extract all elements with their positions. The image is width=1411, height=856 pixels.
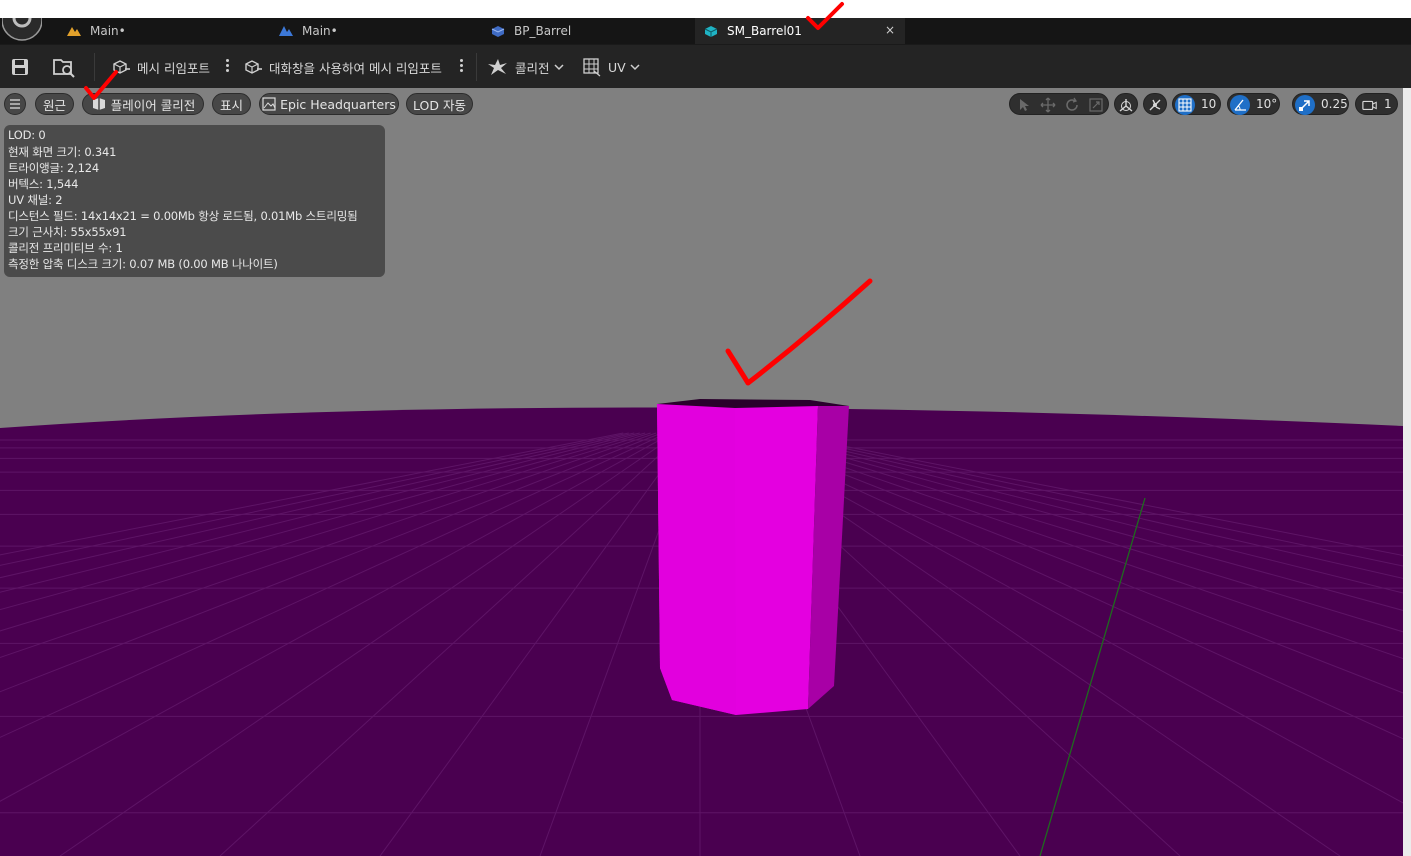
window-edge bbox=[1403, 88, 1411, 856]
camera-icon bbox=[1362, 100, 1377, 111]
grid-snap-value: 10 bbox=[1201, 97, 1217, 111]
scale-snap-toggle[interactable] bbox=[1295, 95, 1315, 115]
reimport-dialog-options-icon[interactable] bbox=[459, 57, 463, 77]
preview-scene-button[interactable]: Epic Headquarters bbox=[259, 93, 399, 115]
reimport-mesh-dialog-button[interactable]: 대화창을 사용하여 메시 리임포트 bbox=[243, 45, 442, 89]
transform-mode-group bbox=[1009, 93, 1109, 115]
stat-disk-size: 측정한 압축 디스크 크기: 0.07 MB (0.00 MB 나나이트) bbox=[8, 257, 278, 271]
stat-approx-size: 크기 근사치: 55x55x91 bbox=[8, 225, 127, 239]
editor-tab-bar: Main• Main• BP_Barrel SM_Barrel01 × bbox=[0, 0, 1411, 44]
collision-menu-button[interactable]: 콜리전 bbox=[487, 45, 565, 89]
lod-label: LOD 자동 bbox=[413, 97, 466, 113]
blueprint-icon bbox=[490, 23, 506, 39]
asset-toolbar: 메시 리임포트 대화창을 사용하여 메시 리임포트 콜리전 UV bbox=[0, 44, 1411, 89]
tab-label: BP_Barrel bbox=[514, 24, 572, 38]
barrel-left-face bbox=[657, 404, 736, 715]
player-collision-button[interactable]: 플레이어 콜리전 bbox=[82, 93, 204, 115]
collision-view-icon bbox=[92, 98, 105, 110]
uv-grid-icon bbox=[583, 58, 601, 77]
browse-asset-button[interactable] bbox=[52, 45, 82, 89]
select-arrow-icon[interactable] bbox=[1016, 97, 1032, 113]
scale-arrow-icon bbox=[1299, 100, 1310, 111]
image-icon bbox=[262, 97, 276, 111]
grid-icon bbox=[1178, 98, 1192, 112]
stat-triangles: 트라이앵글: 2,124 bbox=[8, 161, 99, 175]
reimport-options-icon[interactable] bbox=[225, 57, 229, 77]
tab-label: Main• bbox=[302, 24, 338, 38]
stat-vertices: 버텍스: 1,544 bbox=[8, 177, 79, 191]
toolbar-divider bbox=[476, 53, 477, 81]
tab-bp-barrel[interactable]: BP_Barrel bbox=[490, 18, 690, 44]
tab-sm-barrel01[interactable]: SM_Barrel01 × bbox=[695, 18, 905, 44]
tab-label: Main• bbox=[90, 24, 126, 38]
folder-search-icon bbox=[53, 59, 75, 78]
surface-snap-button[interactable] bbox=[1143, 93, 1167, 115]
collision-label: 콜리전 bbox=[515, 60, 550, 76]
collision-icon bbox=[488, 59, 507, 75]
barrel-mesh bbox=[657, 399, 849, 715]
camera-speed-button[interactable]: 1 bbox=[1355, 93, 1398, 115]
rotation-snap-value: 10° bbox=[1256, 97, 1278, 111]
stat-screen-size: 현재 화면 크기: 0.341 bbox=[8, 145, 117, 159]
static-mesh-icon bbox=[703, 23, 719, 39]
angle-icon bbox=[1234, 99, 1246, 111]
grid-snap-group[interactable]: 10 bbox=[1172, 93, 1221, 115]
hamburger-menu-icon bbox=[10, 99, 20, 109]
toolbar-divider bbox=[94, 53, 95, 81]
uv-menu-button[interactable]: UV bbox=[582, 45, 641, 89]
world-coordinate-icon bbox=[1119, 99, 1133, 112]
show-label: 표시 bbox=[219, 97, 243, 113]
tab-main-level-2[interactable]: Main• bbox=[278, 18, 478, 44]
uv-label: UV bbox=[608, 59, 626, 75]
stat-distance-field: 디스턴스 필드: 14x14x21 = 0.00Mb 항상 로드됨, 0.01M… bbox=[8, 209, 358, 223]
stat-lod: LOD: 0 bbox=[8, 128, 46, 142]
save-button[interactable] bbox=[10, 45, 36, 89]
reimport-dialog-icon bbox=[245, 60, 262, 74]
level-icon bbox=[66, 23, 82, 39]
show-button[interactable]: 표시 bbox=[212, 93, 251, 115]
mesh-viewport[interactable]: 원근 플레이어 콜리전 표시 Epic Headquarters LOD 자동 bbox=[0, 88, 1403, 856]
scale-snap-group[interactable]: 0.25 bbox=[1292, 93, 1349, 115]
mesh-stats-overlay: LOD: 0 현재 화면 크기: 0.341 트라이앵글: 2,124 버텍스:… bbox=[4, 125, 385, 277]
player-collision-label: 플레이어 콜리전 bbox=[110, 97, 196, 113]
scale-icon[interactable] bbox=[1088, 97, 1104, 113]
preview-scene-label: Epic Headquarters bbox=[280, 96, 396, 112]
reimport-mesh-dialog-label: 대화창을 사용하여 메시 리임포트 bbox=[269, 60, 442, 76]
reimport-mesh-button[interactable]: 메시 리임포트 bbox=[111, 45, 210, 89]
reimport-mesh-label: 메시 리임포트 bbox=[137, 60, 210, 76]
perspective-button[interactable]: 원근 bbox=[35, 93, 74, 115]
tab-label: SM_Barrel01 bbox=[727, 24, 802, 38]
grid-snap-toggle[interactable] bbox=[1175, 95, 1195, 115]
stat-collision-primitives: 콜리전 프리미티브 수: 1 bbox=[8, 241, 123, 255]
coordinate-system-button[interactable] bbox=[1114, 93, 1138, 115]
translate-icon[interactable] bbox=[1040, 97, 1056, 113]
close-tab-icon[interactable]: × bbox=[885, 23, 895, 37]
rotation-snap-group[interactable]: 10° bbox=[1227, 93, 1280, 115]
reimport-icon bbox=[113, 60, 130, 74]
save-icon bbox=[12, 59, 28, 75]
chevron-down-icon bbox=[630, 64, 640, 71]
chevron-down-icon bbox=[553, 64, 564, 71]
scale-snap-value: 0.25 bbox=[1321, 97, 1348, 111]
rotation-snap-toggle[interactable] bbox=[1230, 95, 1250, 115]
perspective-label: 원근 bbox=[42, 97, 66, 113]
stat-uv-channels: UV 채널: 2 bbox=[8, 193, 63, 207]
level-blueprint-icon bbox=[278, 23, 294, 39]
viewport-options-button[interactable] bbox=[4, 93, 26, 115]
rotate-icon[interactable] bbox=[1064, 97, 1080, 113]
surface-snap-icon bbox=[1149, 99, 1161, 111]
tab-main-level[interactable]: Main• bbox=[66, 18, 266, 44]
camera-speed-value: 1 bbox=[1384, 97, 1392, 111]
lod-button[interactable]: LOD 자동 bbox=[406, 93, 473, 115]
